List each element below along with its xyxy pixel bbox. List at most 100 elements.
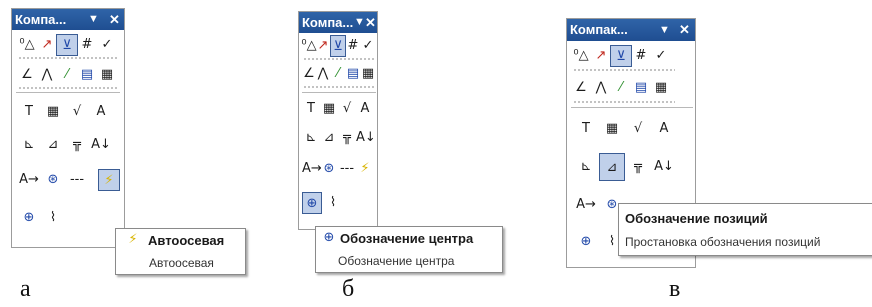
centerline-icon[interactable]: --- (66, 169, 88, 191)
tooltip-center-mark: ⊕ Обозначение центра Обозначение центра (315, 226, 503, 273)
section-icon[interactable]: ⊛ (42, 169, 64, 191)
table-text-icon[interactable]: ▦ (42, 101, 64, 123)
color-dimension-icon[interactable]: ⁄ (610, 77, 632, 99)
color-dimension-icon[interactable]: ⁄ (330, 63, 346, 85)
tooltip-title: Автоосевая (148, 233, 225, 248)
frame-icon[interactable]: ▤ (630, 77, 652, 99)
build-icon[interactable]: ✓ (650, 45, 672, 67)
base-icon[interactable]: ⊿ (42, 134, 64, 156)
close-icon[interactable]: ✕ (679, 19, 690, 41)
panel-title-bar[interactable]: Компа... ▼ ✕ (12, 9, 124, 30)
menu-dropdown-icon[interactable]: ▼ (659, 19, 670, 41)
palette-panel-a: Компа... ▼ ✕ ⁰△ ↗ ⊻ # ✓ ∠ ⋀ ⁄ ▤ ▦ T ▦ √ … (11, 8, 125, 248)
dimension-line-icon[interactable]: ↗ (590, 45, 612, 67)
table-icon[interactable]: ▦ (360, 63, 376, 85)
table-text-icon[interactable]: ▦ (320, 98, 338, 120)
angular-dimension-icon[interactable]: ⋀ (315, 63, 331, 85)
roughness-icon[interactable]: √ (338, 98, 356, 120)
datum-icon[interactable]: A (90, 101, 112, 123)
linear-dimension-icon[interactable]: ∠ (16, 64, 38, 86)
section-icon[interactable]: ⊛ (320, 158, 338, 180)
center-mark-icon[interactable]: ⊕ (302, 192, 322, 214)
table-icon[interactable]: ▦ (96, 64, 118, 86)
build-icon[interactable]: ✓ (360, 35, 376, 57)
frame-icon[interactable]: ▤ (76, 64, 98, 86)
hatch-grid-icon[interactable]: # (630, 45, 652, 67)
auto-axis-icon[interactable]: ⚡ (98, 169, 120, 191)
tooltip-auto-axis: ⚡ Автоосевая Автоосевая (115, 228, 246, 275)
row-dots (573, 69, 675, 71)
dimension-point-icon[interactable]: ⁰△ (570, 45, 592, 67)
separator (16, 92, 120, 93)
table-text-icon[interactable]: ▦ (601, 118, 623, 140)
angular-dimension-icon[interactable]: ⋀ (36, 64, 58, 86)
center-mark-icon[interactable]: ⊕ (575, 231, 597, 253)
close-icon[interactable]: ✕ (109, 9, 120, 30)
base-icon[interactable]: ⊿ (599, 153, 625, 181)
arrow-view-icon[interactable]: A→ (575, 194, 597, 216)
auto-axis-icon: ⚡ (128, 232, 138, 247)
text-icon[interactable]: T (18, 101, 40, 123)
auto-axis-icon[interactable]: ⚡ (356, 158, 374, 180)
dimension-line-icon[interactable]: ↗ (315, 35, 331, 57)
panel-caption-b: б (342, 276, 355, 302)
wave-line-icon[interactable]: ⌇ (324, 192, 342, 214)
arrow-view-icon[interactable]: A→ (302, 158, 322, 180)
tolerance-frame-icon[interactable]: ╦ (66, 134, 88, 156)
panel-caption-c: в (669, 276, 681, 302)
hatch-grid-icon[interactable]: # (345, 35, 361, 57)
separator (302, 92, 376, 93)
center-mark-icon: ⊕ (323, 230, 335, 245)
roughness-icon[interactable]: √ (627, 118, 649, 140)
panel-title: Компак... (570, 22, 628, 37)
panel-title-bar[interactable]: Компак... ▼ ✕ (567, 19, 695, 41)
row-dots (303, 86, 375, 88)
row-dots (303, 58, 375, 60)
tooltip-subtitle: Обозначение центра (338, 254, 455, 268)
arrow-view-icon[interactable]: A→ (18, 169, 40, 191)
angular-dimension-icon[interactable]: ⋀ (590, 77, 612, 99)
menu-dropdown-icon[interactable]: ▼ (354, 12, 365, 33)
tolerance-frame-icon[interactable]: ╦ (338, 127, 356, 149)
separator (571, 107, 693, 108)
centerline-icon[interactable]: --- (338, 158, 356, 180)
panel-title: Компа... (302, 15, 354, 30)
table-icon[interactable]: ▦ (650, 77, 672, 99)
color-dimension-icon[interactable]: ⁄ (56, 64, 78, 86)
panel-title: Компа... (15, 12, 67, 27)
hatch-grid-icon[interactable]: # (76, 34, 98, 56)
leader-icon[interactable]: ⊾ (575, 156, 597, 178)
center-mark-icon[interactable]: ⊕ (18, 207, 40, 229)
wave-line-icon[interactable]: ⌇ (42, 207, 64, 229)
dimension-view-icon[interactable]: ⊻ (330, 35, 346, 57)
dimension-view-icon[interactable]: ⊻ (610, 45, 632, 67)
dimension-point-icon[interactable]: ⁰△ (16, 34, 38, 56)
text-icon[interactable]: T (575, 118, 597, 140)
close-icon[interactable]: ✕ (365, 12, 376, 33)
tooltip-title: Обозначение центра (340, 231, 474, 246)
sort-icon[interactable]: A↓ (90, 134, 112, 156)
row-dots (18, 87, 118, 89)
panel-title-bar[interactable]: Компа... ▼ ✕ (299, 12, 377, 33)
datum-icon[interactable]: A (356, 98, 374, 120)
base-icon[interactable]: ⊿ (320, 127, 338, 149)
text-icon[interactable]: T (302, 98, 320, 120)
tooltip-subtitle: Простановка обозначения позиций (625, 235, 821, 249)
menu-dropdown-icon[interactable]: ▼ (88, 9, 99, 30)
linear-dimension-icon[interactable]: ∠ (570, 77, 592, 99)
datum-icon[interactable]: A (653, 118, 675, 140)
dimension-line-icon[interactable]: ↗ (36, 34, 58, 56)
build-icon[interactable]: ✓ (96, 34, 118, 56)
frame-icon[interactable]: ▤ (345, 63, 361, 85)
row-dots (18, 57, 118, 59)
roughness-icon[interactable]: √ (66, 101, 88, 123)
tooltip-position-designation: Обозначение позиций Простановка обозначе… (618, 203, 872, 256)
panel-caption-a: а (20, 276, 31, 302)
dimension-view-icon[interactable]: ⊻ (56, 34, 78, 56)
sort-icon[interactable]: A↓ (356, 127, 376, 149)
sort-icon[interactable]: A↓ (653, 156, 675, 178)
leader-icon[interactable]: ⊾ (18, 134, 40, 156)
tooltip-subtitle: Автоосевая (149, 256, 214, 270)
leader-icon[interactable]: ⊾ (302, 127, 320, 149)
tolerance-frame-icon[interactable]: ╦ (627, 156, 649, 178)
